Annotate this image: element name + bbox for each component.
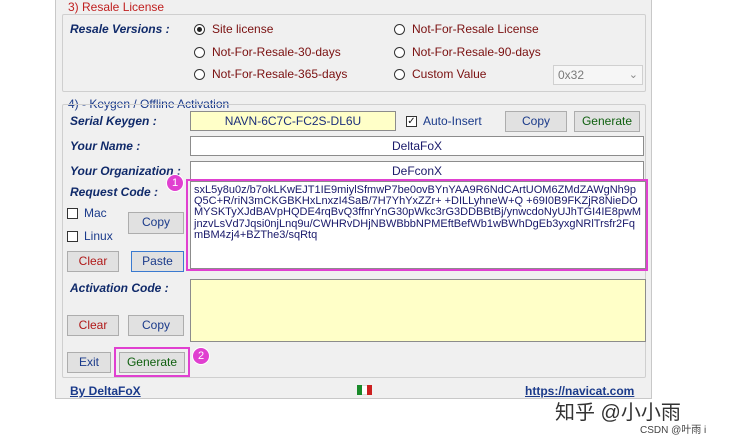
radio-nfr-30-days-label: Not-For-Resale-30-days [212,45,341,59]
radio-nfr-90-days[interactable]: Not-For-Resale-90-days [394,45,541,59]
annotation-badge-2: 2 [192,347,210,365]
radio-site-license-dot[interactable] [194,23,205,35]
request-paste-button[interactable]: Paste [131,251,184,272]
linux-label: Linux [84,229,113,243]
request-clear-button[interactable]: Clear [67,251,119,272]
radio-site-license[interactable]: Site license [194,22,273,36]
your-organization-field[interactable]: DeFconX [190,161,644,181]
serial-generate-button[interactable]: Generate [574,111,640,132]
radio-nfr-30-days-dot[interactable] [194,46,205,58]
radio-nfr-license-dot[interactable] [394,23,405,35]
radio-nfr-license[interactable]: Not-For-Resale License [394,22,539,36]
activation-clear-button[interactable]: Clear [67,315,119,336]
mac-label: Mac [84,206,107,220]
mac-checkbox-box[interactable] [67,207,78,219]
activation-code-field[interactable] [190,279,646,342]
watermark-csdn: CSDN @叶雨 i [640,425,707,436]
keygen-window: 3) Resale License Resale Versions : Site… [55,0,652,399]
italy-flag-icon [357,385,372,395]
custom-value-select-value: 0x32 [558,68,585,82]
your-organization-label: Your Organization : [70,164,181,178]
request-code-label: Request Code : [70,185,159,199]
activation-copy-button[interactable]: Copy [128,315,184,336]
serial-keygen-field[interactable]: NAVN-6C7C-FC2S-DL6U [190,111,396,131]
linux-checkbox-box[interactable] [67,230,78,242]
radio-nfr-365-days[interactable]: Not-For-Resale-365-days [194,67,347,81]
radio-nfr-license-label: Not-For-Resale License [412,22,539,36]
your-name-label: Your Name : [70,139,141,153]
mac-checkbox[interactable]: Mac [67,206,107,220]
linux-checkbox[interactable]: Linux [67,229,113,243]
annotation-badge-1: 1 [166,174,184,192]
serial-copy-button[interactable]: Copy [505,111,567,132]
chevron-down-icon: ⌄ [628,69,638,81]
serial-keygen-label: Serial Keygen : [70,114,157,128]
radio-nfr-90-days-dot[interactable] [394,46,405,58]
radio-custom-value-dot[interactable] [394,68,405,80]
checkmark-icon[interactable]: ✓ [406,115,417,127]
radio-custom-value-label: Custom Value [412,67,487,81]
resale-versions-label: Resale Versions : [70,22,170,36]
exit-button[interactable]: Exit [67,352,111,373]
auto-insert-label: Auto-Insert [423,114,482,128]
auto-insert-checkbox[interactable]: ✓ Auto-Insert [406,114,482,128]
radio-nfr-30-days[interactable]: Not-For-Resale-30-days [194,45,341,59]
radio-custom-value[interactable]: Custom Value [394,67,486,81]
radio-nfr-365-days-label: Not-For-Resale-365-days [212,67,348,81]
custom-value-select[interactable]: 0x32 ⌄ [553,65,643,85]
radio-nfr-90-days-label: Not-For-Resale-90-days [412,45,541,59]
request-code-field[interactable]: sxL5y8u0z/b7okLKwEJT1IE9miylSfmwP7be0ovB… [190,181,646,269]
request-copy-button[interactable]: Copy [128,212,184,234]
resale-section-title: 3) Resale License [68,0,165,14]
your-name-field[interactable]: DeltaFoX [190,136,644,156]
radio-site-license-label: Site license [212,22,274,36]
activation-code-label: Activation Code : [70,281,169,295]
by-deltafox-link[interactable]: By DeltaFoX [70,384,141,398]
generate-highlight [114,347,190,377]
radio-nfr-365-days-dot[interactable] [194,68,205,80]
